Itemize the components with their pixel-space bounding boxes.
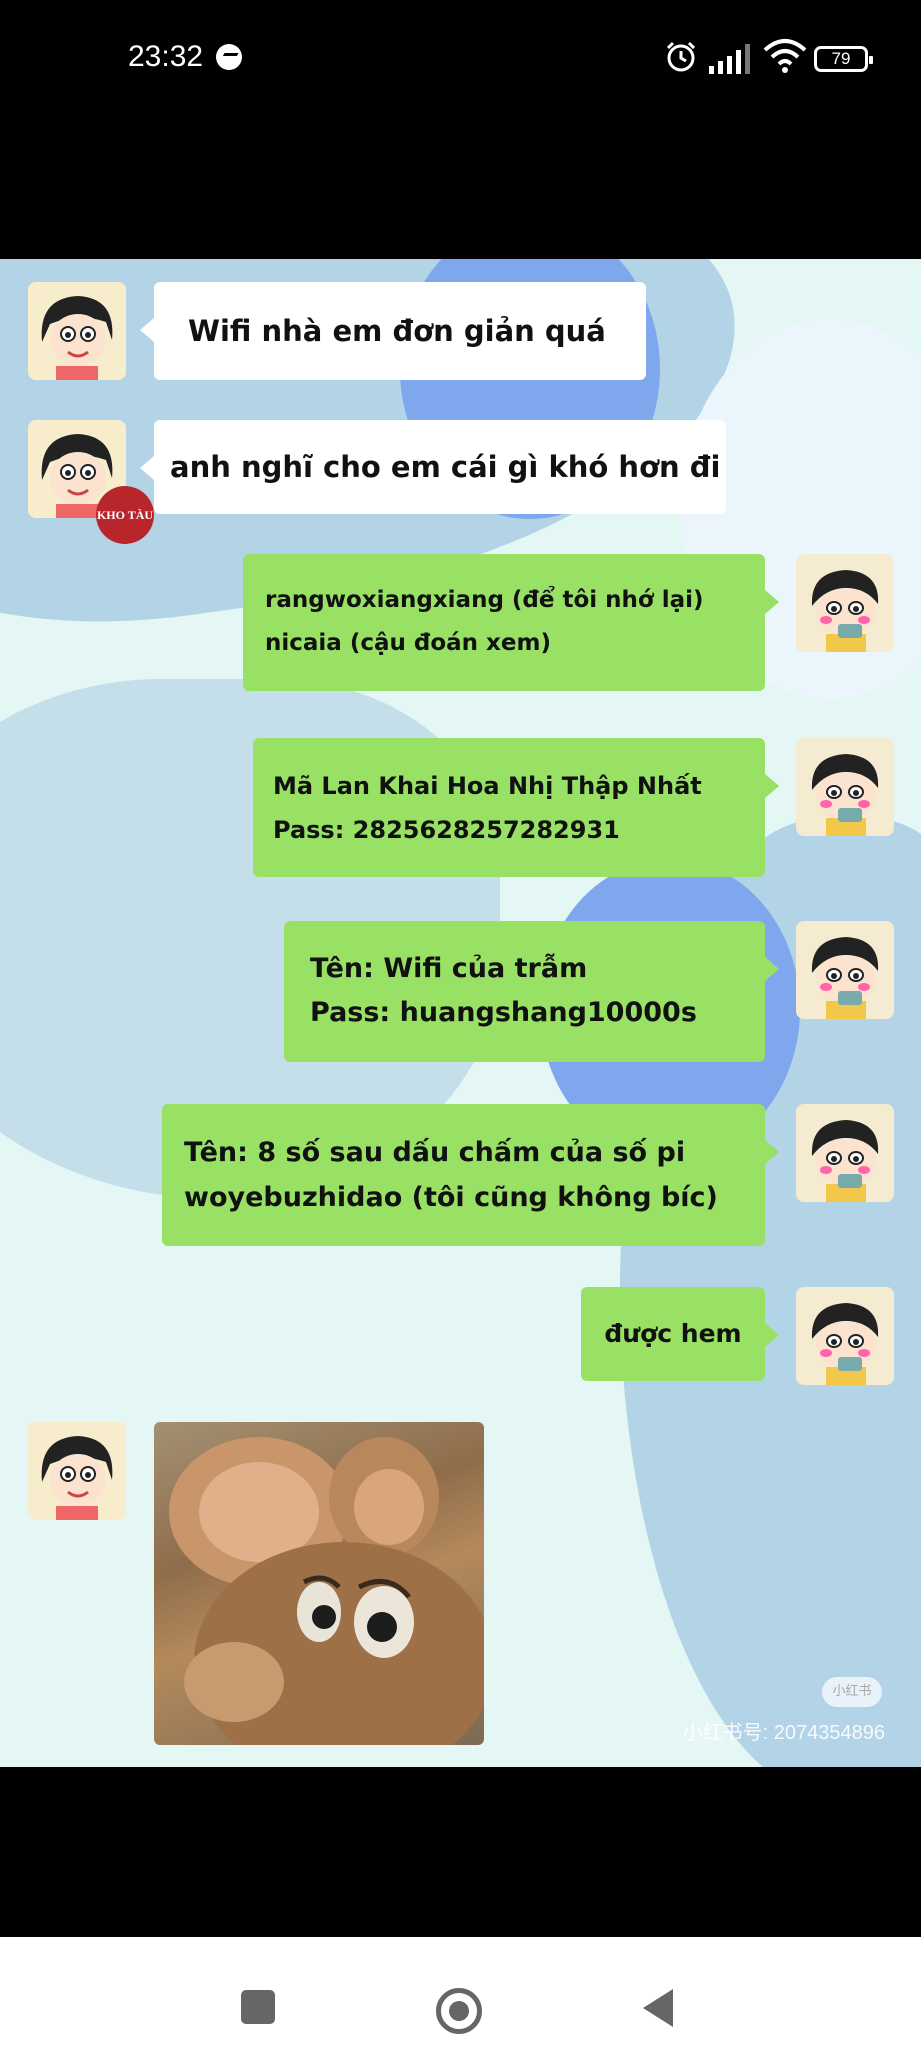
bubble-tail <box>765 590 779 614</box>
message-text: anh nghĩ cho em cái gì khó hơn đi <box>170 450 721 484</box>
watermark-badge: 小红书 <box>822 1677 882 1707</box>
message-text: Mã Lan Khai Hoa Nhị Thập Nhất <box>273 772 702 800</box>
message-bubble[interactable]: được hem <box>581 1287 779 1381</box>
message-bubble[interactable]: Mã Lan Khai Hoa Nhị Thập Nhất Pass: 2825… <box>253 738 779 877</box>
bubble-tail <box>765 957 779 981</box>
self-avatar[interactable] <box>796 921 894 1019</box>
message-bubble[interactable]: Tên: Wifi của trẫm Pass: huangshang10000… <box>284 921 779 1062</box>
message-text: Tên: 8 số sau dấu chấm của số pi <box>184 1137 686 1168</box>
self-avatar[interactable] <box>796 1287 894 1385</box>
message-bubble[interactable]: Wifi nhà em đơn giản quá <box>140 282 646 380</box>
message-text: Pass: 2825628257282931 <box>273 816 620 844</box>
self-avatar[interactable] <box>796 554 894 652</box>
back-button[interactable] <box>643 1989 673 2027</box>
contact-avatar[interactable] <box>28 282 126 380</box>
status-bar: 23:32 79 <box>0 0 921 120</box>
chat-area[interactable]: Wifi nhà em đơn giản quá KHO TÀU anh ngh… <box>0 259 921 1767</box>
bubble-tail <box>765 774 779 798</box>
recents-button[interactable] <box>241 1990 275 2024</box>
bubble-tail <box>140 456 154 480</box>
messenger-icon <box>216 44 242 70</box>
stamp-logo: KHO TÀU <box>96 486 154 544</box>
home-button[interactable] <box>436 1988 482 2034</box>
message-bubble[interactable]: anh nghĩ cho em cái gì khó hơn đi <box>140 420 726 514</box>
bubble-tail <box>140 318 154 342</box>
bubble-tail <box>765 1140 779 1164</box>
message-text: Pass: huangshang10000s <box>310 997 697 1028</box>
alarm-icon <box>666 41 696 72</box>
message-text: Wifi nhà em đơn giản quá <box>188 314 606 348</box>
self-avatar[interactable] <box>796 1104 894 1202</box>
navigation-bar <box>0 1937 921 2048</box>
status-time: 23:32 <box>128 40 204 73</box>
self-avatar[interactable] <box>796 738 894 836</box>
message-bubble[interactable]: rangwoxiangxiang (để tôi nhớ lại) nicaia… <box>243 554 779 691</box>
image-message[interactable] <box>154 1422 484 1745</box>
message-text: rangwoxiangxiang (để tôi nhớ lại) <box>265 587 704 613</box>
message-bubble[interactable]: Tên: 8 số sau dấu chấm của số pi woyebuz… <box>162 1104 779 1246</box>
message-text: được hem <box>604 1319 742 1348</box>
bubble-tail <box>765 1323 779 1347</box>
message-text: Tên: Wifi của trẫm <box>310 953 588 984</box>
signal-icon <box>709 44 750 74</box>
message-text: nicaia (cậu đoán xem) <box>265 630 551 656</box>
battery-level: 79 <box>831 49 851 68</box>
message-text: woyebuzhidao (tôi cũng không bíc) <box>184 1182 718 1213</box>
wifi-icon <box>763 39 807 73</box>
contact-avatar[interactable] <box>28 1422 126 1520</box>
watermark-id: 小红书号: 2074354896 <box>682 1722 885 1744</box>
battery-icon: 79 <box>814 46 873 72</box>
